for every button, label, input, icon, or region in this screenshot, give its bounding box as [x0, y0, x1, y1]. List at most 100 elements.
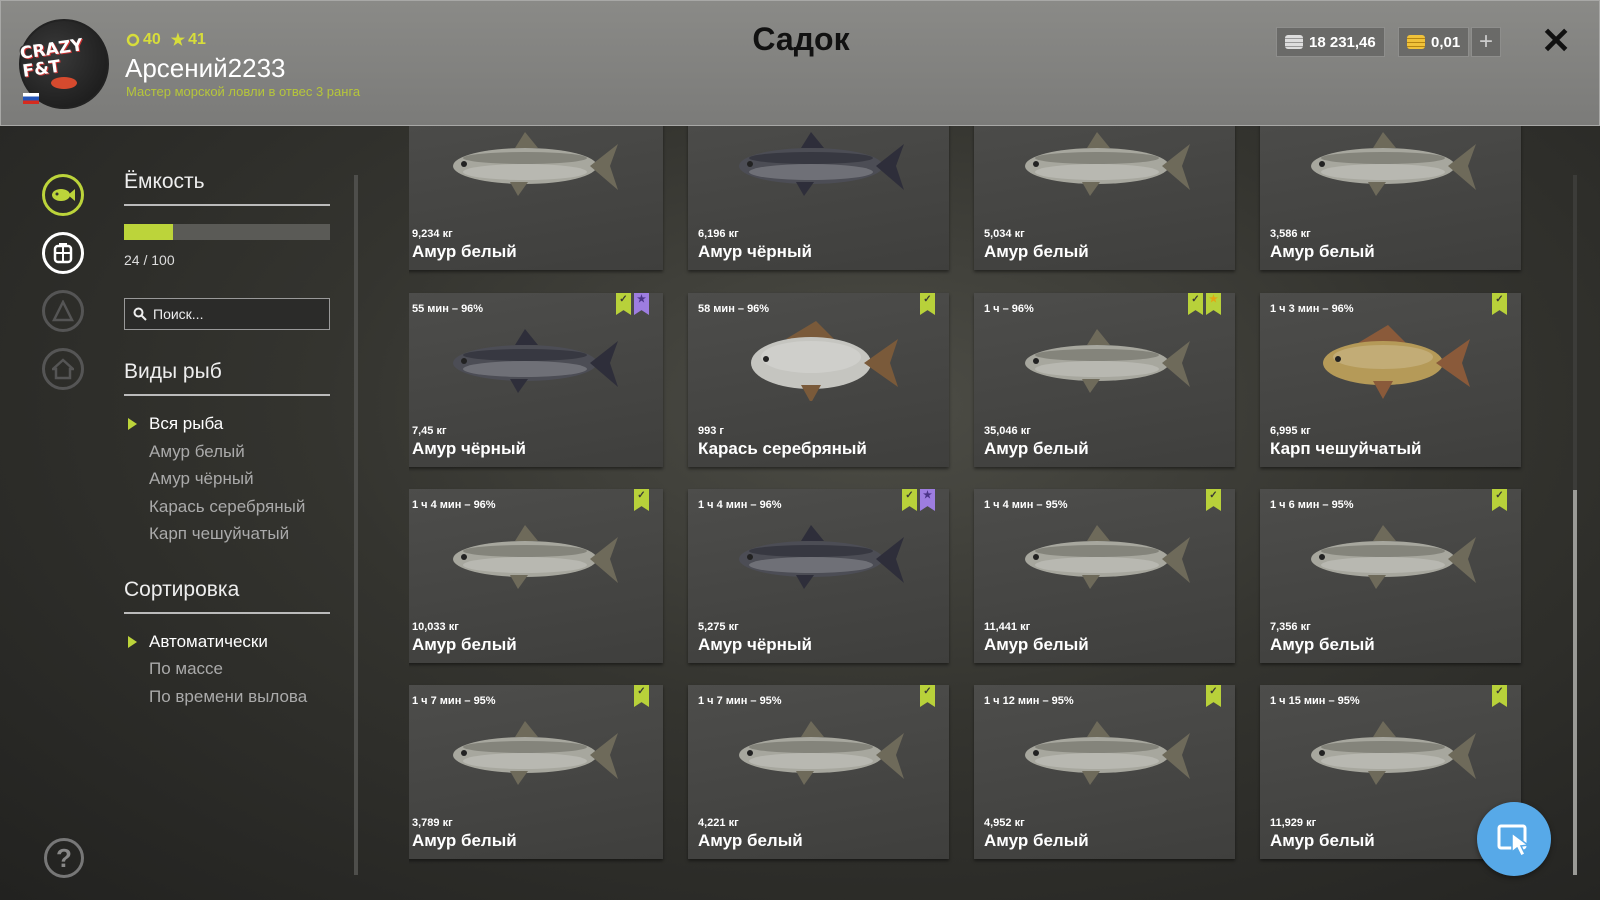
- catch-time: 1 ч 3 мин – 96%: [1270, 303, 1354, 315]
- player-rank: 41: [188, 31, 206, 48]
- species-item[interactable]: Карп чешуйчатый: [124, 520, 330, 548]
- fish-card[interactable]: 55 мин – 96% 7,45 кг Амур чёрный: [409, 293, 663, 467]
- fish-card[interactable]: 1 ч 4 мин – 96% 5,275 кг Амур чёрный: [688, 489, 949, 663]
- bookmark-check-icon: [920, 293, 935, 315]
- silver-coins-icon: [1285, 35, 1303, 49]
- species-item[interactable]: Карась серебряный: [124, 493, 330, 521]
- keepnet-tab-button[interactable]: [42, 232, 84, 274]
- fish-weight: 6,995 кг: [1270, 425, 1311, 437]
- catch-time: 1 ч 4 мин – 96%: [698, 499, 782, 511]
- fish-weight: 3,586 кг: [1270, 228, 1311, 240]
- fish-name: Амур белый: [412, 242, 517, 261]
- fish-icon: [52, 189, 75, 201]
- player-level: 40: [143, 31, 161, 48]
- white-fish-icon: [1311, 525, 1476, 589]
- catch-time: 1 ч 12 мин – 95%: [984, 695, 1074, 707]
- white-fish-icon: [1025, 721, 1190, 785]
- home-icon: [52, 358, 74, 380]
- fish-name: Карась серебряный: [698, 439, 867, 458]
- select-mode-button[interactable]: [1477, 802, 1551, 876]
- bookmark-check-icon: [634, 685, 649, 707]
- capacity-fill: [124, 224, 174, 240]
- help-button[interactable]: ?: [44, 838, 84, 878]
- fish-name: Амур белый: [984, 242, 1089, 261]
- black-fish-icon: [739, 132, 904, 196]
- search-input[interactable]: [153, 306, 323, 322]
- bookmark-check-icon: [1492, 685, 1507, 707]
- catch-time: 1 ч – 96%: [984, 303, 1034, 315]
- fish-weight: 5,275 кг: [698, 621, 739, 633]
- white-fish-icon: [1025, 525, 1190, 589]
- sort-item-label: По массе: [149, 659, 223, 678]
- bookmark-star-icon: [920, 489, 935, 511]
- badge-group: [616, 293, 649, 315]
- close-button[interactable]: ✕: [1541, 21, 1571, 61]
- level-stat: 40: [126, 30, 161, 50]
- fish-card[interactable]: 6,196 кг Амур чёрный: [688, 126, 949, 270]
- player-title: Мастер морской ловли в отвес 3 ранга: [126, 84, 361, 99]
- sort-item-label: По времени вылова: [149, 686, 308, 706]
- fish-name: Амур белый: [412, 831, 517, 850]
- rank-star-icon: ★: [170, 32, 186, 49]
- species-item-label: Амур белый: [149, 441, 245, 461]
- species-item[interactable]: Амур белый: [124, 438, 330, 466]
- badge-group: [902, 489, 935, 511]
- scrollbar-thumb[interactable]: [1573, 490, 1577, 875]
- bookmark-check-icon: [616, 293, 631, 315]
- selected-arrow-icon: [128, 635, 137, 648]
- fish-weight: 10,033 кг: [412, 621, 459, 633]
- fish-weight: 11,441 кг: [984, 621, 1031, 633]
- fish-name: Амур белый: [984, 831, 1089, 850]
- boat-tab-button[interactable]: [42, 290, 84, 332]
- fish-card[interactable]: 1 ч 7 мин – 95% 3,789 кг Амур белый: [409, 685, 663, 859]
- search-box[interactable]: [124, 298, 330, 330]
- sort-item[interactable]: По массе: [124, 655, 330, 683]
- fish-card[interactable]: 3,586 кг Амур белый: [1260, 126, 1521, 270]
- fish-card[interactable]: 1 ч 3 мин – 96% 6,995 кг Карп чешуйчатый: [1260, 293, 1521, 467]
- silver-balance: 18 231,46: [1276, 27, 1385, 57]
- koi-icon: [51, 77, 77, 89]
- fish-tab-button[interactable]: [42, 174, 84, 216]
- fish-card[interactable]: 5,034 кг Амур белый: [974, 126, 1235, 270]
- badge-group: [1492, 685, 1507, 707]
- fish-card[interactable]: 1 ч – 96% 35,046 кг Амур белый: [974, 293, 1235, 467]
- species-list: Вся рыба Амур белый Амур чёрный Карась сере…: [124, 410, 330, 548]
- capacity-bar: [124, 224, 330, 240]
- bookmark-check-icon: [1206, 685, 1221, 707]
- sort-item[interactable]: Автоматически: [124, 628, 330, 656]
- white-fish-icon: [1025, 329, 1190, 393]
- gold-amount: 0,01: [1431, 33, 1461, 51]
- fish-weight: 35,046 кг: [984, 425, 1031, 437]
- species-item[interactable]: Амур чёрный: [124, 465, 330, 493]
- fish-card[interactable]: 1 ч 6 мин – 95% 7,356 кг Амур белый: [1260, 489, 1521, 663]
- badge-group: [1492, 489, 1507, 511]
- home-tab-button[interactable]: [42, 348, 84, 390]
- fish-weight: 6,196 кг: [698, 228, 739, 240]
- fish-name: Амур белый: [412, 635, 517, 654]
- add-currency-button[interactable]: +: [1471, 27, 1501, 57]
- species-title: Виды рыб: [124, 360, 330, 396]
- species-item-label: Вся рыба: [149, 414, 224, 433]
- bookmark-check-icon: [1492, 489, 1507, 511]
- bookmark-check-icon: [634, 489, 649, 511]
- fish-card[interactable]: 1 ч 4 мин – 95% 11,441 кг Амур белый: [974, 489, 1235, 663]
- sort-item[interactable]: По времени вылова: [124, 683, 330, 711]
- catch-time: 1 ч 4 мин – 95%: [984, 499, 1068, 511]
- fish-weight: 4,952 кг: [984, 817, 1025, 829]
- fish-name: Амур чёрный: [698, 635, 812, 654]
- bookmark-check-icon: [1206, 489, 1221, 511]
- player-name: Арсений2233: [125, 53, 286, 83]
- fish-card[interactable]: 58 мин – 96% 993 г Карась серебряный: [688, 293, 949, 467]
- fish-card[interactable]: 1 ч 4 мин – 96% 10,033 кг Амур белый: [409, 489, 663, 663]
- fish-card[interactable]: 9,234 кг Амур белый: [409, 126, 663, 270]
- player-stats: 40 ★ 41: [126, 30, 206, 50]
- badge-group: [920, 293, 935, 315]
- black-fish-icon: [739, 525, 904, 589]
- species-item[interactable]: Вся рыба: [124, 410, 330, 438]
- white-fish-icon: [453, 721, 618, 785]
- badge-group: [634, 489, 649, 511]
- russia-flag-icon: [23, 93, 39, 104]
- grid-scrollbar[interactable]: [1573, 175, 1577, 875]
- fish-card[interactable]: 1 ч 12 мин – 95% 4,952 кг Амур белый: [974, 685, 1235, 859]
- fish-card[interactable]: 1 ч 7 мин – 95% 4,221 кг Амур белый: [688, 685, 949, 859]
